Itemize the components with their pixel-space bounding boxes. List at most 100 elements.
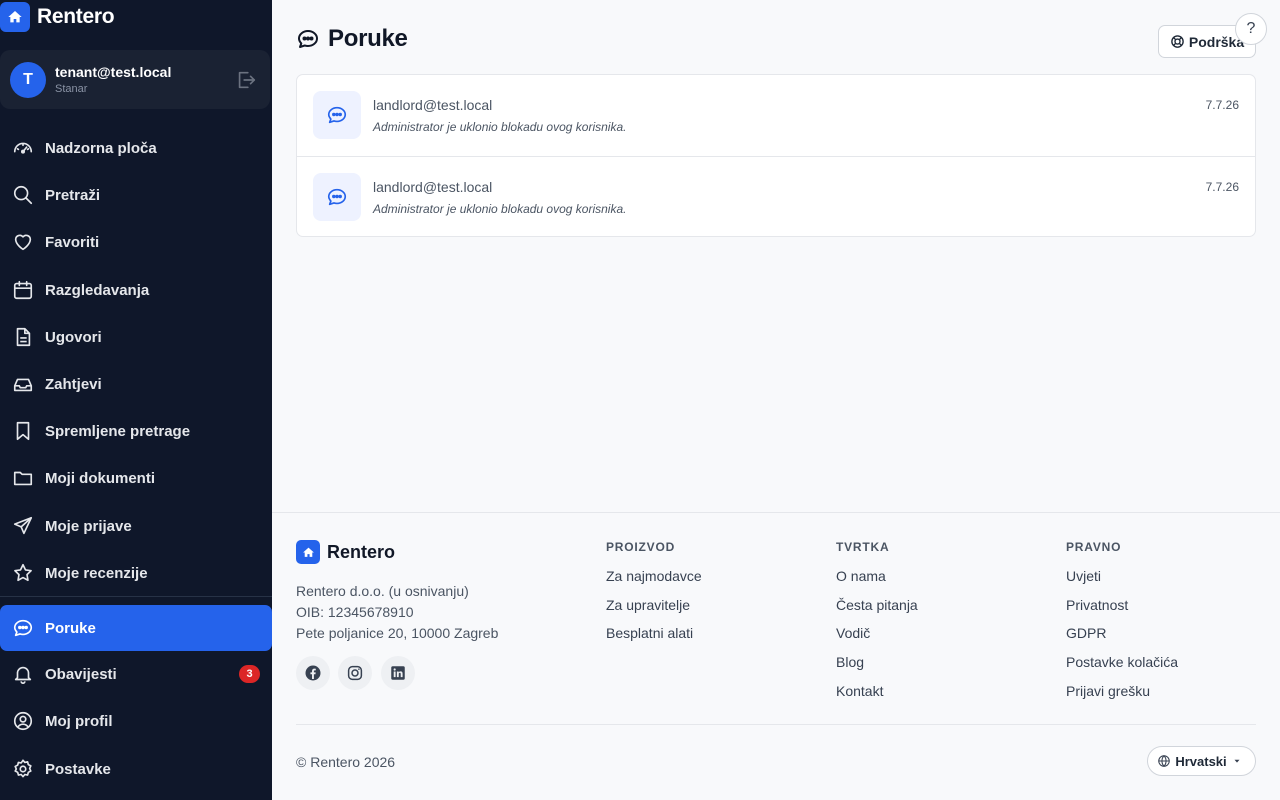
sidebar-item-label: Moji dokumenti (45, 469, 155, 487)
sidebar-item-saved-searches[interactable]: Spremljene pretrage (0, 408, 272, 454)
bell-icon (12, 663, 34, 685)
sidebar-item-search[interactable]: Pretraži (0, 172, 272, 218)
message-list: landlord@test.local Administrator je ukl… (296, 74, 1256, 237)
sidebar-item-label: Moje prijave (45, 517, 132, 535)
search-icon (12, 184, 34, 206)
footer-link[interactable]: Postavke kolačića (1066, 654, 1178, 670)
sidebar-item-label: Spremljene pretrage (45, 422, 191, 440)
globe-icon (1158, 755, 1171, 767)
brand-name: Rentero (37, 5, 115, 28)
folder-icon (12, 467, 34, 489)
footer-link[interactable]: Kontakt (836, 683, 883, 699)
page-header: Poruke (296, 25, 408, 53)
sidebar-item-label: Nadzorna ploča (45, 139, 157, 157)
inbox-icon (12, 373, 34, 395)
chat-icon (313, 173, 361, 221)
sidebar-item-label: Poruke (45, 619, 96, 637)
send-icon (12, 515, 34, 537)
dashboard-gauge-icon (12, 137, 34, 159)
message-sender: landlord@test.local (373, 179, 493, 195)
sidebar-item-profile[interactable]: Moj profil (0, 698, 272, 744)
sidebar-item-reviews[interactable]: Moje recenzije (0, 550, 272, 596)
home-logo-icon (296, 540, 320, 564)
sidebar-divider (0, 596, 272, 597)
footer-link[interactable]: Prijavi grešku (1066, 683, 1150, 699)
company-name: Rentero d.o.o. (u osnivanju) (296, 583, 469, 599)
footer-divider (296, 724, 1256, 725)
sidebar-item-viewings[interactable]: Razgledavanja (0, 267, 272, 313)
user-email: tenant@test.local (55, 64, 172, 80)
message-date: 7.7.26 (1205, 98, 1239, 112)
notification-count-badge: 3 (239, 665, 260, 683)
copyright: © Rentero 2026 (296, 754, 396, 770)
message-preview: Administrator je uklonio blokadu ovog ko… (373, 120, 627, 134)
home-logo-icon (0, 2, 30, 32)
sidebar-item-applications[interactable]: Moje prijave (0, 503, 272, 549)
footer-column-title: TVRTKA (836, 540, 890, 554)
brand[interactable]: Rentero (0, 2, 115, 32)
message-date: 7.7.26 (1205, 180, 1239, 194)
footer-column-title: PROIZVOD (606, 540, 676, 554)
user-role: Stanar (55, 83, 88, 95)
sidebar-item-label: Zahtjevi (45, 375, 102, 393)
sidebar-item-label: Ugovori (45, 328, 102, 346)
instagram-icon[interactable] (338, 656, 372, 690)
page-title: Poruke (328, 25, 408, 52)
user-circle-icon (12, 710, 34, 732)
footer-column-title: PRAVNO (1066, 540, 1122, 554)
sidebar-item-label: Favoriti (45, 233, 100, 251)
sidebar-item-label: Obavijesti (45, 665, 117, 683)
footer-link[interactable]: Vodič (836, 625, 870, 641)
sidebar-item-favorites[interactable]: Favoriti (0, 219, 272, 265)
document-icon (12, 326, 34, 348)
list-item[interactable]: landlord@test.local Administrator je ukl… (297, 75, 1255, 156)
language-select[interactable]: Hrvatski (1147, 746, 1256, 776)
footer-link[interactable]: Uvjeti (1066, 568, 1101, 584)
logout-icon[interactable] (235, 69, 257, 91)
footer-brand-name: Rentero (327, 541, 396, 562)
footer-link[interactable]: O nama (836, 568, 886, 584)
lifebuoy-icon (1171, 35, 1184, 48)
chat-icon (12, 617, 34, 639)
user-card: T tenant@test.local Stanar (0, 50, 270, 109)
footer-link[interactable]: Česta pitanja (836, 597, 918, 613)
footer-link[interactable]: Blog (836, 654, 864, 670)
main-content: Poruke Podrška ? landlord@test.local Adm… (272, 0, 1280, 800)
calendar-icon (12, 279, 34, 301)
footer: Rentero Rentero d.o.o. (u osnivanju) OIB… (272, 512, 1280, 800)
avatar: T (10, 62, 46, 98)
message-preview: Administrator je uklonio blokadu ovog ko… (373, 202, 627, 216)
sidebar-item-dashboard[interactable]: Nadzorna ploča (0, 125, 272, 171)
help-button[interactable]: ? (1235, 13, 1267, 45)
sidebar: Rentero T tenant@test.local Stanar Nadzo… (0, 0, 272, 800)
chat-icon (313, 91, 361, 139)
list-item[interactable]: landlord@test.local Administrator je ukl… (297, 156, 1255, 237)
facebook-icon[interactable] (296, 656, 330, 690)
sidebar-item-settings[interactable]: Postavke (0, 746, 272, 792)
star-icon (12, 562, 34, 584)
sidebar-item-requests[interactable]: Zahtjevi (0, 361, 272, 407)
caret-down-icon (1234, 759, 1240, 763)
language-label: Hrvatski (1175, 753, 1227, 769)
sidebar-item-notifications[interactable]: Obavijesti 3 (0, 651, 272, 697)
footer-link[interactable]: Besplatni alati (606, 625, 693, 641)
sidebar-item-contracts[interactable]: Ugovori (0, 314, 272, 360)
footer-link[interactable]: GDPR (1066, 625, 1106, 641)
bookmark-icon (12, 420, 34, 442)
footer-link[interactable]: Za upravitelje (606, 597, 690, 613)
sidebar-item-documents[interactable]: Moji dokumenti (0, 455, 272, 501)
company-address: Pete poljanice 20, 10000 Zagreb (296, 625, 499, 641)
sidebar-item-label: Postavke (45, 760, 111, 778)
linkedin-icon[interactable] (381, 656, 415, 690)
sidebar-item-label: Pretraži (45, 186, 101, 204)
company-oib: OIB: 12345678910 (296, 604, 414, 620)
footer-link[interactable]: Za najmodavce (606, 568, 702, 584)
footer-brand[interactable]: Rentero (296, 540, 395, 564)
heart-icon (12, 231, 34, 253)
sidebar-item-messages[interactable]: Poruke (0, 605, 272, 651)
sidebar-item-label: Moj profil (45, 712, 113, 730)
message-sender: landlord@test.local (373, 97, 493, 113)
sidebar-item-label: Moje recenzije (45, 564, 148, 582)
footer-link[interactable]: Privatnost (1066, 597, 1128, 613)
gear-icon (12, 758, 34, 780)
